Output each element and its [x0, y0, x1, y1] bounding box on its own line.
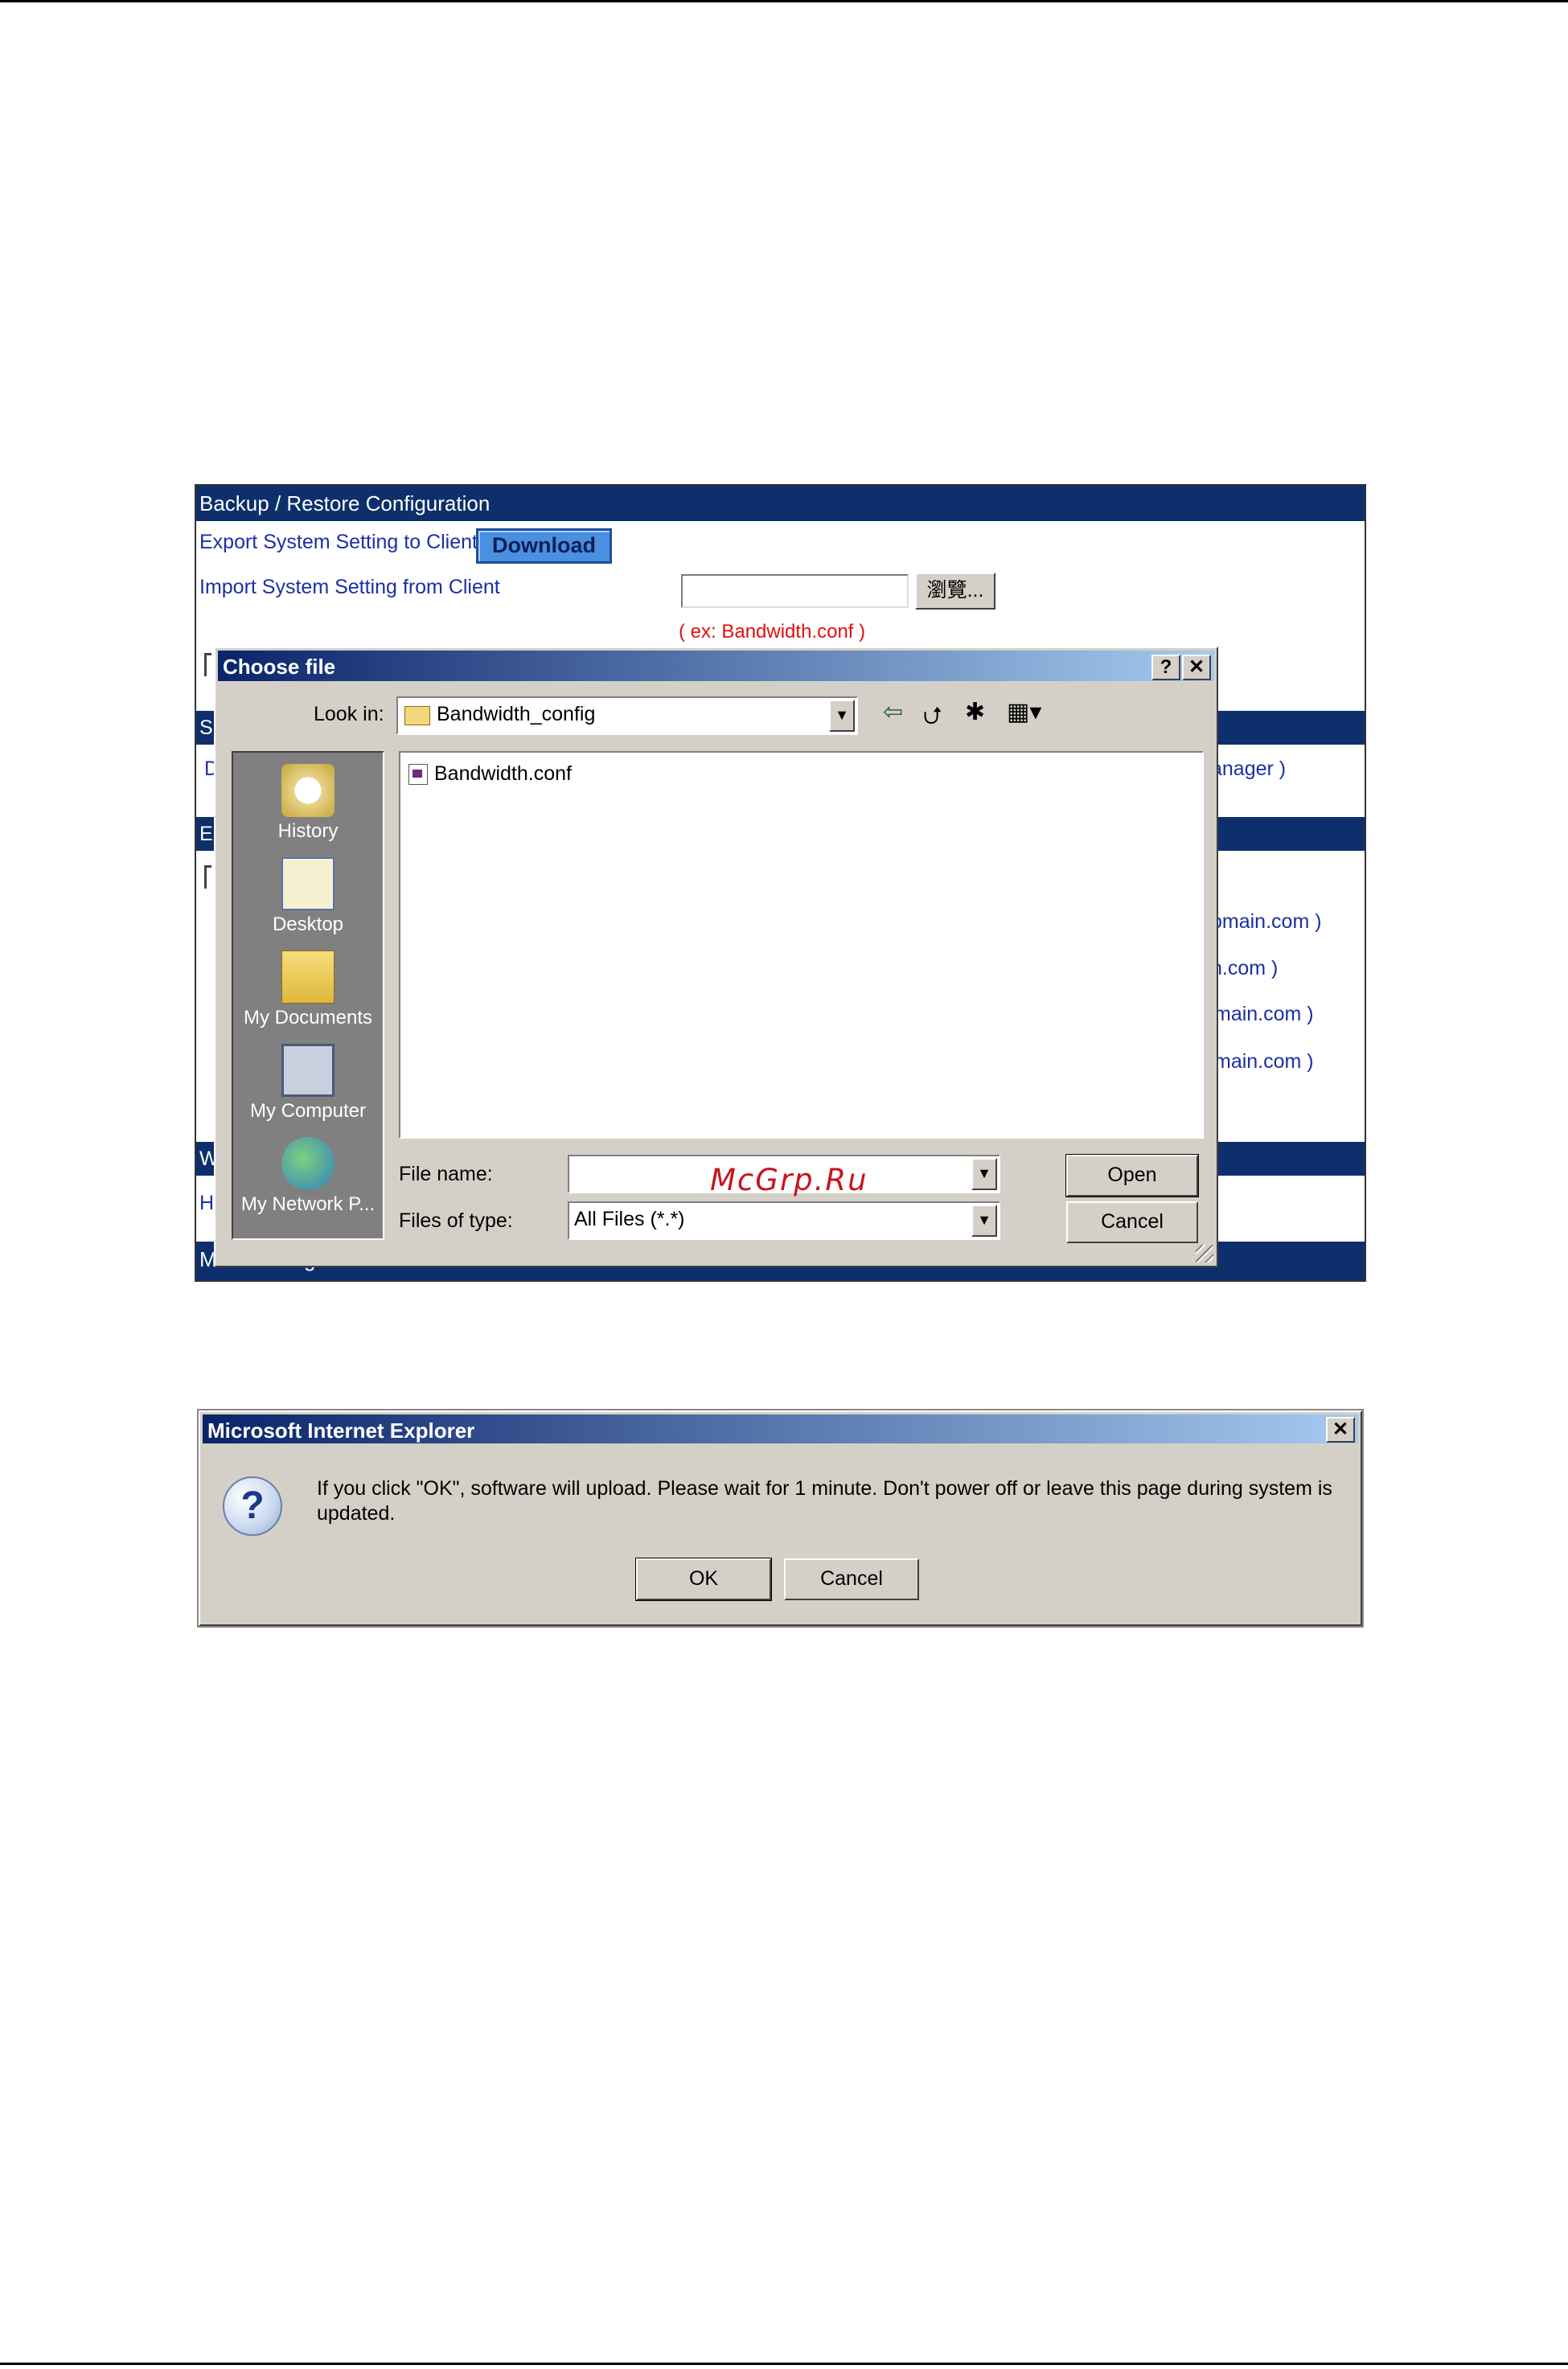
close-button[interactable]: ✕ — [1326, 1417, 1355, 1443]
place-my-computer[interactable]: My Computer — [233, 1044, 383, 1123]
message-box-title-bar[interactable]: Microsoft Internet Explorer ✕ — [203, 1414, 1358, 1443]
domain-fragment-3: main.com ) — [1214, 1003, 1314, 1025]
chevron-down-icon[interactable]: ▼ — [971, 1158, 997, 1190]
files-of-type-dropdown[interactable]: All Files (*.*) ▼ — [568, 1201, 1000, 1240]
look-in-label: Look in: — [314, 703, 384, 725]
my-network-places-icon — [281, 1137, 335, 1190]
close-button[interactable]: ✕ — [1182, 655, 1211, 680]
ok-button[interactable]: OK — [636, 1558, 771, 1600]
desktop-icon — [281, 857, 335, 910]
place-my-documents[interactable]: My Documents — [233, 950, 383, 1029]
history-icon — [281, 764, 335, 817]
dialog-title: Choose file — [223, 655, 336, 679]
place-desktop[interactable]: Desktop — [233, 857, 383, 936]
chevron-down-icon[interactable]: ▼ — [829, 700, 855, 732]
domain-fragment-1: omain.com ) — [1211, 910, 1322, 933]
domain-fragment-2: h.com ) — [1211, 957, 1279, 979]
new-folder-icon[interactable]: ✱ — [965, 698, 985, 726]
domain-fragment-4: main.com ) — [1214, 1050, 1314, 1073]
look-in-value: Bandwidth_config — [437, 703, 596, 725]
watermark: McGrp.Ru — [710, 1163, 868, 1197]
file-name: Bandwidth.conf — [434, 762, 572, 785]
cancel-button[interactable]: Cancel — [1066, 1201, 1198, 1243]
back-icon[interactable]: ⇦ — [883, 698, 903, 726]
resize-grip[interactable] — [1196, 1245, 1213, 1263]
up-folder-icon[interactable]: ⮍ — [923, 698, 942, 739]
file-name-label: File name: — [399, 1163, 493, 1185]
place-my-network[interactable]: My Network P... — [233, 1137, 383, 1216]
section-header-band: Backup / Restore Configuration — [196, 486, 1365, 521]
section-title: Backup / Restore Configuration — [199, 491, 491, 515]
bottom-rule — [0, 2363, 1568, 2365]
place-history[interactable]: History — [233, 764, 383, 843]
message-text: If you click "OK", software will upload.… — [317, 1477, 1332, 1525]
export-label: Export System Setting to Client — [199, 531, 478, 553]
manager-fragment: anager ) — [1211, 758, 1287, 780]
dialog-title-bar[interactable]: Choose file ? ✕ — [218, 651, 1214, 681]
look-in-dropdown[interactable]: Bandwidth_config ▼ — [396, 696, 858, 735]
choose-file-dialog: Choose file ? ✕ Look in: Bandwidth_confi… — [214, 647, 1218, 1267]
import-label: Import System Setting from Client — [199, 576, 500, 598]
checkbox-fragment-2 — [204, 865, 211, 889]
my-computer-icon — [281, 1044, 335, 1097]
band-letter-e: E — [199, 823, 213, 845]
chevron-down-icon[interactable]: ▼ — [971, 1205, 997, 1237]
file-icon — [408, 764, 428, 786]
band-letter-s: S — [199, 716, 213, 739]
open-button[interactable]: Open — [1066, 1155, 1198, 1197]
folder-icon — [404, 706, 430, 725]
question-icon: ? — [223, 1476, 282, 1536]
ie-message-box: Microsoft Internet Explorer ✕ ? If you c… — [199, 1410, 1362, 1626]
file-list[interactable]: Bandwidth.conf — [399, 751, 1204, 1139]
files-of-type-label: Files of type: — [399, 1209, 513, 1232]
browse-button[interactable]: 瀏覽... — [915, 573, 995, 610]
places-bar: History Desktop My Documents My Computer… — [232, 751, 384, 1240]
import-file-input[interactable] — [681, 574, 909, 608]
files-of-type-value: All Files (*.*) — [574, 1208, 685, 1230]
my-documents-icon — [281, 950, 335, 1004]
example-note: ( ex: Bandwidth.conf ) — [679, 621, 866, 643]
view-menu-icon[interactable]: ▦▾ — [1007, 698, 1041, 726]
checkbox-fragment — [204, 653, 211, 676]
list-item[interactable]: Bandwidth.conf — [408, 762, 572, 786]
top-rule — [0, 0, 1568, 2]
message-box-title: Microsoft Internet Explorer — [207, 1419, 475, 1443]
cancel-button[interactable]: Cancel — [784, 1558, 919, 1600]
help-button[interactable]: ? — [1151, 655, 1180, 680]
download-button[interactable]: Download — [476, 528, 612, 564]
